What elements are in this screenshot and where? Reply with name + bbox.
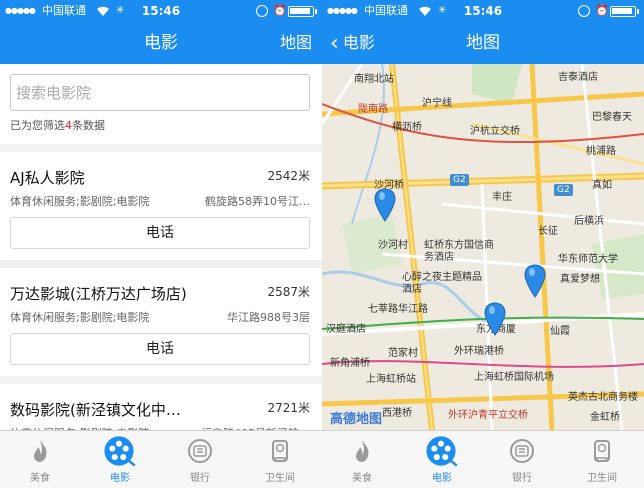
status-bar: ●●●●● 中国联通 ✳ 15:46 ⏰ [0, 0, 322, 22]
highway-badge: G2 [450, 174, 469, 186]
tab-toilet[interactable]: 卫生间 [240, 431, 320, 488]
tab-movie[interactable]: 电影 [402, 431, 482, 488]
toilet-icon [272, 440, 288, 462]
cinema-name: 数码影院(新泾镇文化中… [10, 401, 181, 419]
map-label: 英杰古北商务楼 [568, 392, 638, 403]
map-label: 外环沪青平立交桥 [448, 410, 528, 421]
cinema-distance: 2721米 [267, 401, 310, 415]
tab-bar: 美食 电影 银行 卫生间 [322, 430, 644, 488]
filter-count: 4 [65, 119, 72, 132]
status-bar: ●●●●● 中国联通 ✳ 15:46 ⏰ [322, 0, 644, 22]
map-screen: ●●●●● 中国联通 ✳ 15:46 ⏰ ‹ 电影 地图 南翔北站 吉泰酒店 陇… [322, 0, 644, 488]
battery-icon [610, 6, 636, 17]
nav-bar: ●●●●● 中国联通 ✳ 15:46 ⏰ 电影 地图 [0, 0, 322, 64]
map-label: 吉泰酒店 [558, 72, 598, 83]
cinema-distance: 2542米 [267, 169, 310, 183]
call-button[interactable]: 电话 [10, 217, 310, 249]
film-reel-icon [426, 436, 458, 467]
map-pin-icon[interactable] [524, 264, 546, 298]
bank-icon [510, 439, 534, 463]
tab-label: 美食 [352, 473, 372, 484]
page-title: 地图 [466, 33, 500, 53]
map-label: 桃浦路 [586, 146, 616, 157]
map-label: 后横浜 [574, 216, 604, 227]
map-label: 虹桥东方国信商务酒店 [424, 240, 494, 263]
map-label: 金虹桥 [590, 412, 620, 423]
map-label: 上海虹桥国际机场 [474, 372, 554, 383]
map-label: 西港桥 [382, 408, 412, 419]
cinema-name: 万达影城(江桥万达广场店) [10, 285, 187, 303]
tab-toilet[interactable]: 卫生间 [562, 431, 642, 488]
tab-label: 卫生间 [587, 473, 617, 484]
tab-food[interactable]: 美食 [322, 431, 402, 488]
tab-label: 银行 [190, 473, 210, 484]
tab-food[interactable]: 美食 [0, 431, 80, 488]
map-label: 华东师范大学 [558, 254, 618, 265]
map-attribution: 高德地图 [330, 412, 383, 427]
battery-tip-icon [637, 9, 639, 14]
flame-icon [356, 440, 369, 462]
flame-icon [34, 440, 47, 462]
tab-bank[interactable]: 银行 [482, 431, 562, 488]
tab-movie[interactable]: 电影 [80, 431, 160, 488]
map-label: 南翔北站 [354, 74, 394, 85]
tab-label: 电影 [110, 473, 130, 484]
map-label: 外环瑞港桥 [454, 346, 504, 357]
page-title: 电影 [144, 33, 178, 53]
alarm-icon: ⏰ [273, 4, 287, 17]
cinema-tags: 体育休闲服务;影剧院;电影院 [10, 311, 150, 324]
map-pin-icon[interactable] [484, 302, 506, 336]
toilet-icon [594, 440, 610, 462]
map-label: 沙河村 [378, 240, 408, 251]
map-button[interactable]: 地图 [280, 30, 312, 56]
cinema-distance: 2587米 [267, 285, 310, 299]
map-label: 真如 [592, 180, 612, 191]
map-label: 仙霞 [550, 326, 570, 337]
map-label: 沪宁线 [422, 98, 452, 109]
map-label: 真爱梦想 [560, 274, 600, 285]
map-label: 七莘路华江路 [368, 304, 428, 315]
filter-summary: 已为您筛选4条数据 [10, 117, 105, 133]
tab-label: 银行 [512, 473, 532, 484]
alarm-icon: ⏰ [595, 4, 609, 17]
cinema-list-screen: ●●●●● 中国联通 ✳ 15:46 ⏰ 电影 地图 已为您筛选4条数据 AJ私… [0, 0, 322, 488]
map-label: 横沥桥 [392, 122, 422, 133]
rotation-lock-icon [256, 5, 268, 17]
search-section: 已为您筛选4条数据 [0, 64, 322, 144]
map-label: 巴黎春天 [592, 112, 632, 123]
tab-label: 美食 [30, 473, 50, 484]
search-input[interactable] [10, 74, 310, 111]
map-label: 新角浦桥 [330, 358, 370, 369]
filter-prefix: 已为您筛选 [10, 119, 65, 132]
map-view[interactable]: 南翔北站 吉泰酒店 陇南路 沪宁线 横沥桥 沪杭立交桥 巴黎春天 桃浦路 沙河桥… [322, 64, 644, 430]
map-pin-icon[interactable] [374, 188, 396, 222]
tab-label: 电影 [432, 473, 452, 484]
map-label: 长征 [538, 226, 558, 237]
film-reel-icon [104, 436, 136, 467]
nav-bar: ●●●●● 中国联通 ✳ 15:46 ⏰ ‹ 电影 地图 [322, 0, 644, 64]
cinema-name: AJ私人影院 [10, 169, 85, 187]
map-label: 丰庄 [492, 192, 512, 203]
filter-suffix: 条数据 [72, 119, 105, 132]
cinema-address: 华江路988号3层 [227, 311, 310, 324]
cinema-address: 鹤旋路58弄10号江… [205, 195, 310, 208]
tab-bar: 美食 电影 银行 卫生间 [0, 430, 322, 488]
rotation-lock-icon [578, 5, 590, 17]
map-label: 心醉之夜主题精品酒店 [402, 272, 482, 295]
map-label: 上海虹桥站 [366, 374, 416, 385]
tab-bank[interactable]: 银行 [160, 431, 240, 488]
highway-badge: G2 [554, 184, 573, 196]
map-label: 沪杭立交桥 [470, 126, 520, 137]
battery-tip-icon [315, 9, 317, 14]
cinema-card[interactable]: 万达影城(江桥万达广场店) 2587米 体育休闲服务;影剧院;电影院 华江路98… [0, 268, 322, 376]
battery-icon [288, 6, 314, 17]
map-label: 范家村 [388, 348, 418, 359]
map-label: 陇南路 [358, 104, 388, 115]
call-button[interactable]: 电话 [10, 333, 310, 365]
tab-label: 卫生间 [265, 473, 295, 484]
bank-icon [188, 439, 212, 463]
map-label: 汉庭酒店 [326, 324, 366, 335]
cinema-card[interactable]: AJ私人影院 2542米 体育休闲服务;影剧院;电影院 鹤旋路58弄10号江… … [0, 152, 322, 260]
cinema-tags: 体育休闲服务;影剧院;电影院 [10, 195, 150, 208]
